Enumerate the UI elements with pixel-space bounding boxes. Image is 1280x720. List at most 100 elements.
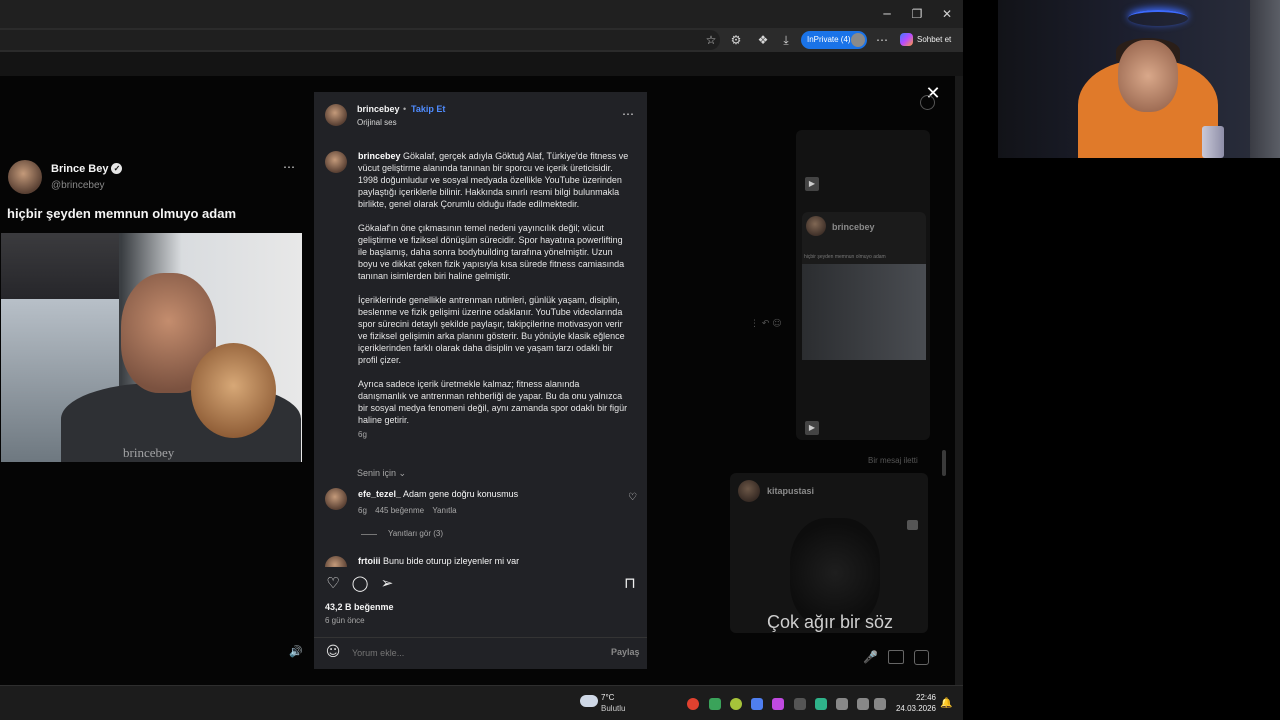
panel-divider (314, 637, 647, 638)
copilot-chat-button[interactable]: Sohbet et (900, 31, 960, 49)
comment-meta: 6g 445 beğenme Yanıtla (358, 506, 457, 515)
notification-bell-icon[interactable]: 🔔 (940, 698, 952, 709)
sticker-icon[interactable] (914, 650, 929, 665)
comment-input[interactable] (350, 644, 594, 662)
emoji-icon[interactable]: ☺ (325, 644, 341, 660)
extensions-icon[interactable]: ⚙ (727, 32, 745, 48)
reel-username[interactable]: brincebey (357, 104, 400, 114)
comment-avatar[interactable] (325, 488, 347, 510)
caption-paragraph-2: Gökalaf'ın öne çıkmasının temel nedeni y… (358, 223, 625, 281)
share-icon[interactable]: ➢ (378, 575, 396, 591)
caption-time: 6g (358, 430, 367, 439)
image-icon[interactable] (888, 650, 904, 664)
message-actions-icon[interactable]: ⋮ ↶ ☺ (750, 319, 782, 329)
comment-like-icon[interactable]: ♡ (628, 492, 637, 503)
photo-inset-top (1, 233, 119, 299)
caption-username[interactable]: brincebey (358, 151, 401, 161)
microphone-tray-icon[interactable] (836, 698, 848, 710)
microphone-icon[interactable]: 🎤 (863, 650, 878, 664)
reel-caption: brincebey Gökalaf, gerçek adıyla Göktuğ … (358, 150, 630, 441)
info-icon[interactable] (920, 95, 935, 110)
caption-paragraph-3: İçeriklerinde genellikle antrenman rutin… (358, 295, 625, 365)
shared-reel-card[interactable]: kitapustasi (730, 473, 928, 633)
replies-line (361, 534, 377, 535)
post-text: hiçbir şeyden memnun olmuyo adam (7, 206, 236, 221)
reply-button[interactable]: Yanıtla (432, 506, 456, 515)
app-tray-icon[interactable] (794, 698, 806, 710)
chat-label: Sohbet et (917, 35, 952, 44)
comment-avatar[interactable] (325, 556, 347, 567)
comment-icon[interactable]: ◯ (351, 575, 369, 591)
weather-desc[interactable]: Bulutlu (601, 704, 625, 713)
chrome-tray-icon[interactable] (687, 698, 699, 710)
clock-time[interactable]: 22:46 (896, 693, 936, 702)
post-photo[interactable]: brincebey (1, 233, 302, 462)
page-scrollbar[interactable] (955, 76, 963, 685)
view-replies-button[interactable]: Yanıtları gör (3) (388, 529, 443, 538)
post-comment-button[interactable]: Paylaş (611, 647, 640, 657)
volume-icon[interactable]: 🔊 (287, 645, 305, 659)
like-icon[interactable]: ♡ (324, 575, 342, 591)
more-menu-icon[interactable]: ⋯ (873, 32, 891, 48)
app-tray-icon[interactable] (730, 698, 742, 710)
verified-icon: ✓ (111, 163, 123, 174)
speaker-tray-icon[interactable] (874, 698, 886, 710)
profile-avatar (851, 33, 865, 47)
comment-username[interactable]: efe_tezel_ (358, 489, 401, 499)
app-tray-icon[interactable] (772, 698, 784, 710)
app-tray-icon[interactable] (709, 698, 721, 710)
app-tray-icon[interactable] (751, 698, 763, 710)
comment-text: Adam gene doğru konusmus (403, 489, 519, 499)
caption-avatar[interactable] (325, 151, 347, 173)
page-header-strip (0, 52, 963, 76)
comment-likes[interactable]: 445 beğenme (375, 506, 424, 515)
comment-username[interactable]: frtoiii (358, 556, 381, 566)
shared-post-card[interactable]: brincebey hiçbir şeyden memnun olmuyo ad… (802, 212, 926, 360)
comment-row: frtoiii Bunu bide oturup izleyenler mi v… (358, 556, 519, 566)
play-icon[interactable]: ▶ (805, 421, 819, 435)
play-icon[interactable]: ▶ (805, 177, 819, 191)
comment-row-partial: frtoiii Bunu bide oturup izleyenler mi v… (314, 553, 647, 567)
card-text: hiçbir şeyden memnun olmuyo adam (804, 254, 886, 260)
reel-icon (907, 520, 918, 530)
webcam-overlay (998, 0, 1280, 158)
collections-icon[interactable]: ❖ (754, 32, 772, 48)
comment-text: Bunu bide oturup izleyenler mi var (383, 556, 520, 566)
minimize-icon[interactable]: ─ (877, 6, 897, 22)
card-username: kitapustasi (767, 486, 815, 496)
download-icon[interactable]: ⤓ (777, 32, 795, 48)
forward-status: Bir mesaj iletti (868, 456, 918, 465)
post-author-name: Brince Bey (51, 163, 109, 175)
clock-date[interactable]: 24.03.2026 (890, 704, 936, 713)
weather-temp[interactable]: 7°C (601, 693, 614, 702)
photo-watermark: brincebey (123, 445, 175, 460)
post-author-avatar[interactable] (8, 160, 42, 194)
browser-title-bar (0, 0, 963, 28)
restore-icon[interactable]: ❐ (907, 6, 927, 22)
favorite-star-icon[interactable]: ☆ (702, 32, 720, 48)
card-avatar (806, 216, 826, 236)
network-icon[interactable] (857, 698, 869, 710)
follow-button[interactable]: Takip Et (411, 104, 445, 114)
audio-label[interactable]: Orijinal ses (357, 118, 397, 127)
username-separator: • (403, 104, 407, 114)
card-avatar (738, 480, 760, 502)
card-image (802, 264, 926, 360)
save-bookmark-icon[interactable]: ⊓ (621, 575, 639, 591)
post-more-icon[interactable]: ⋯ (283, 160, 295, 174)
dm-scrollbar[interactable] (942, 450, 946, 476)
reel-more-icon[interactable]: ⋯ (622, 107, 634, 121)
app-tray-icon[interactable] (815, 698, 827, 710)
drink-can (1202, 126, 1224, 158)
comment-time: 6g (358, 506, 367, 515)
likes-count[interactable]: 43,2 B beğenme (325, 602, 394, 612)
inprivate-label: InPrivate (4) (807, 35, 851, 44)
dm-composer: 🎤 (720, 644, 950, 672)
close-window-icon[interactable]: ✕ (937, 6, 957, 22)
post-author-name-row[interactable]: Brince Bey ✓ (51, 163, 123, 175)
reel-author-avatar[interactable] (325, 104, 347, 126)
inprivate-badge[interactable]: InPrivate (4) (801, 31, 867, 49)
neon-light (1128, 10, 1188, 26)
address-bar[interactable] (0, 30, 720, 50)
comment-sort-dropdown[interactable]: Senin için ⌄ (357, 468, 406, 479)
